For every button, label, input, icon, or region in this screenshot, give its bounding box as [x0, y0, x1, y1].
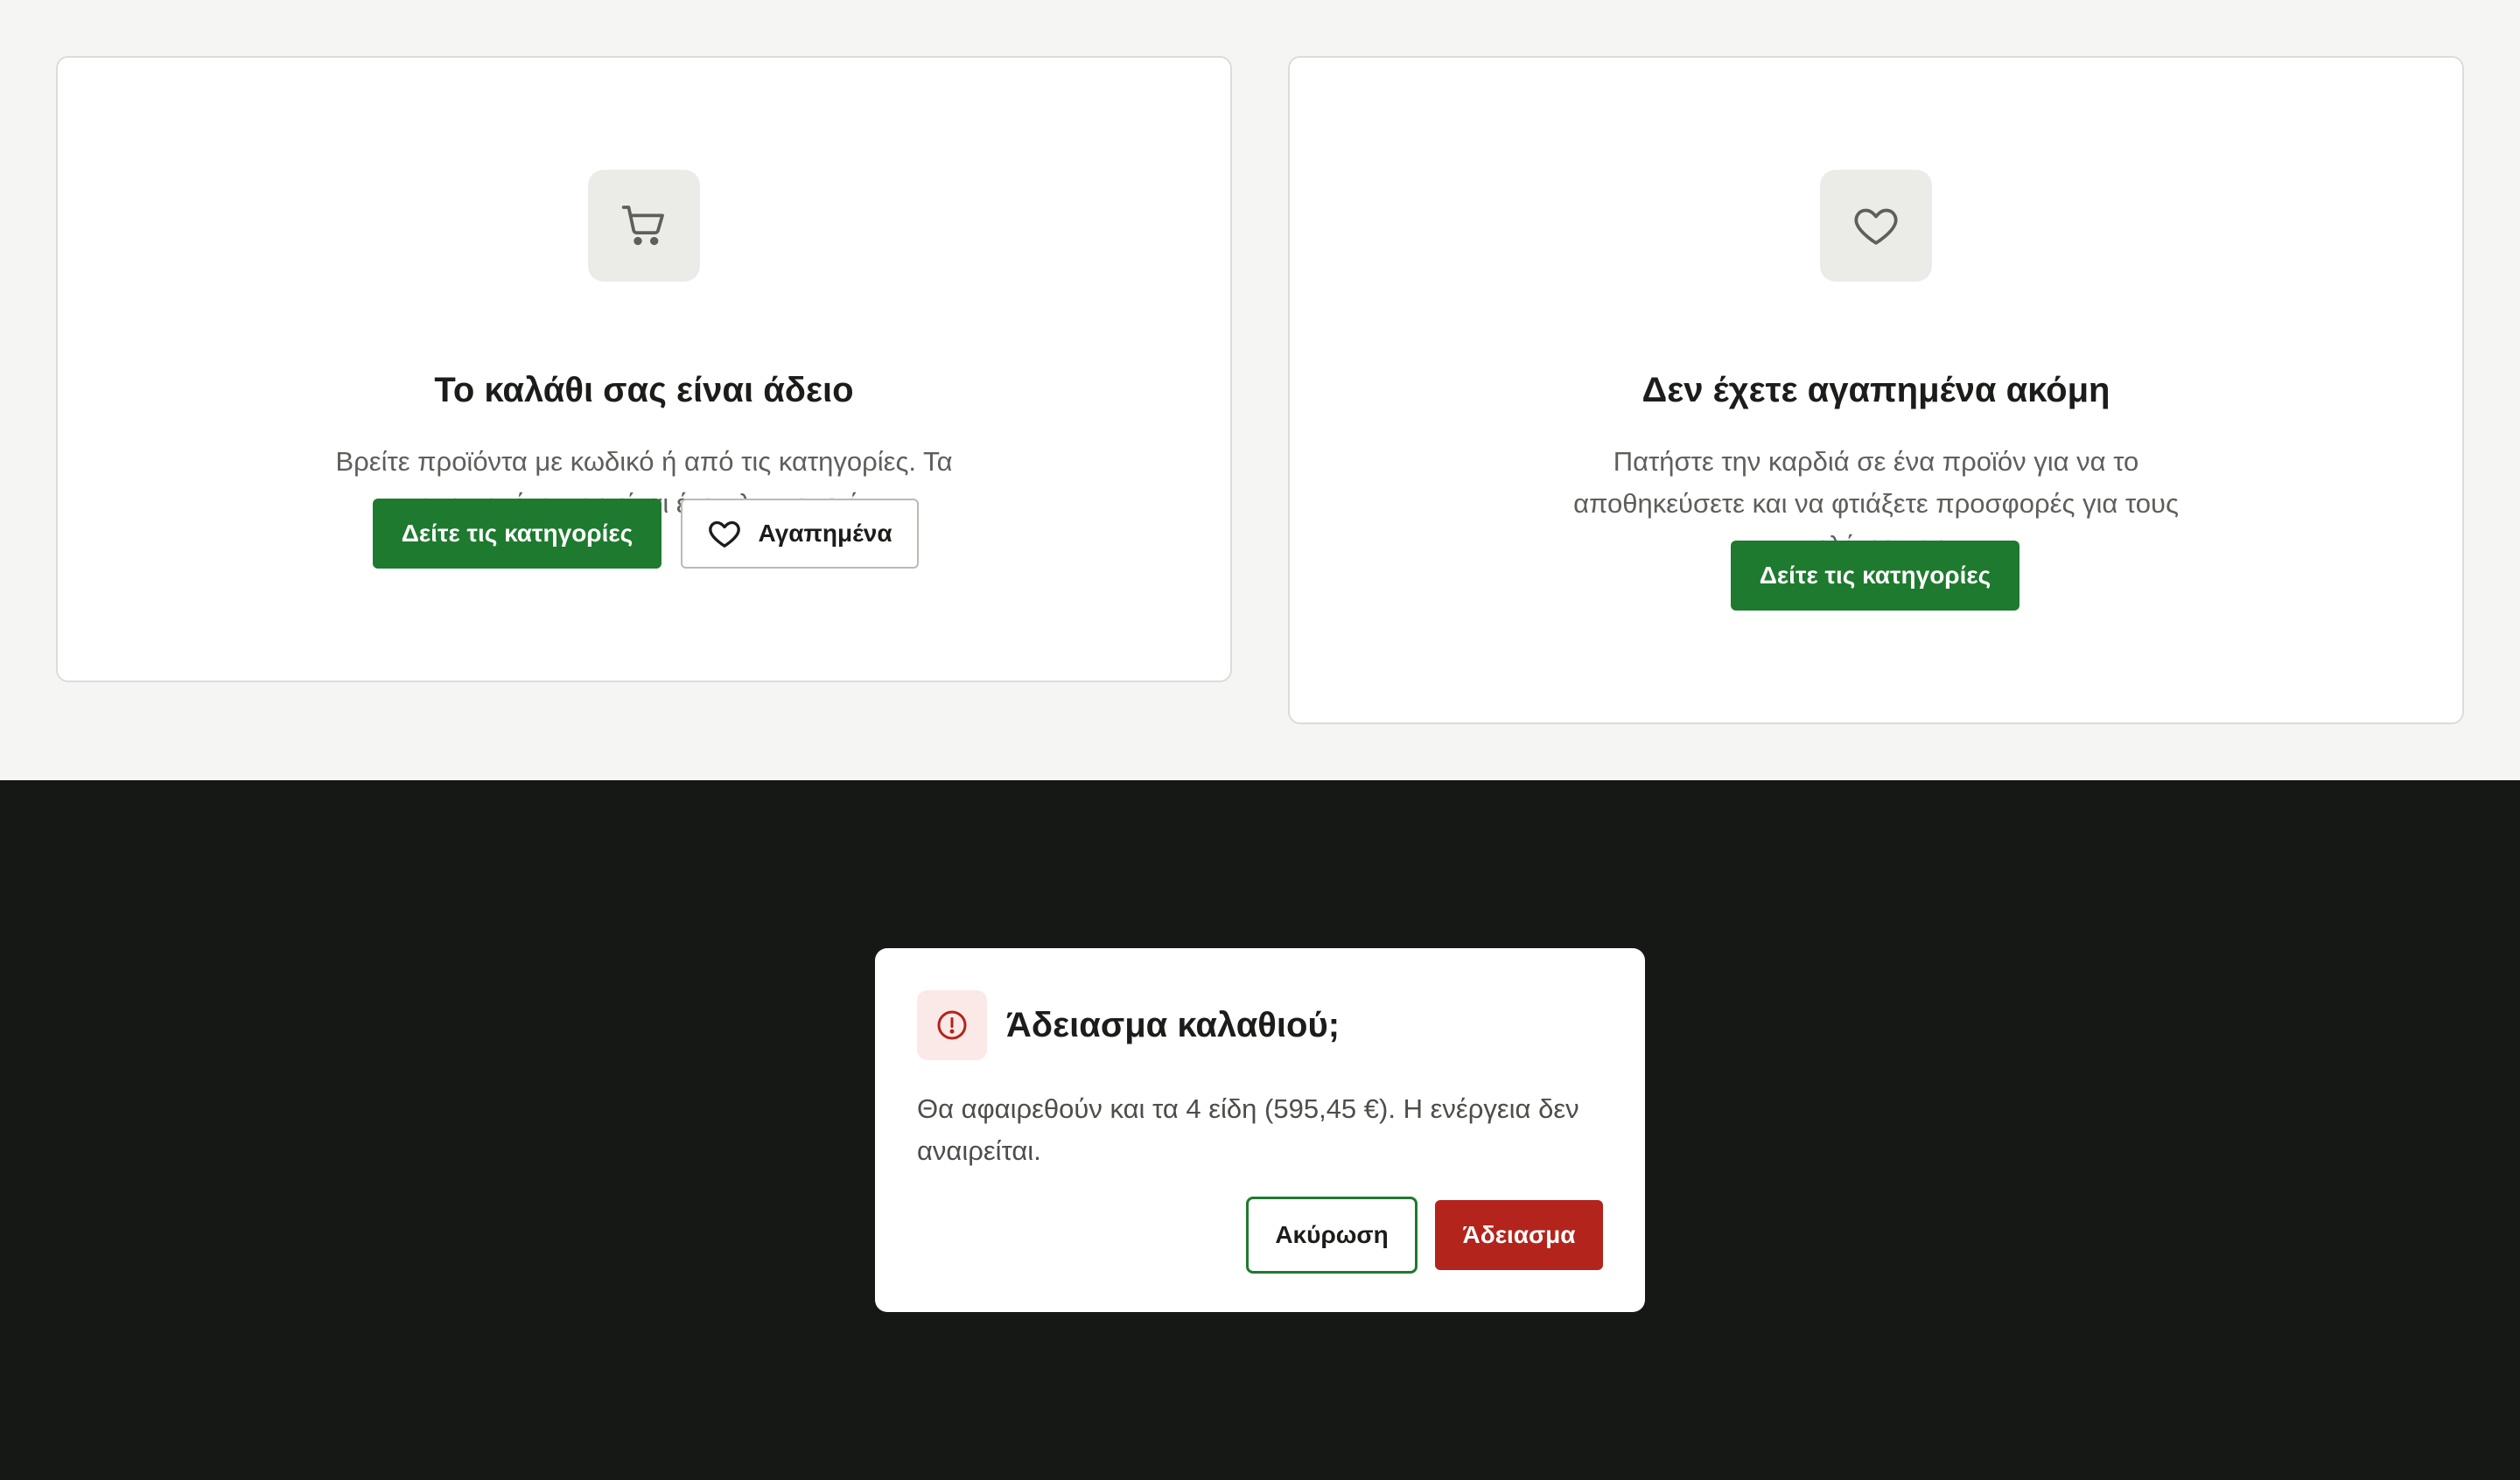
cancel-label: Ακύρωση — [1275, 1221, 1389, 1248]
heart-icon — [1854, 208, 1898, 245]
light-section: Το καλάθι σας είναι άδειο Βρείτε προϊόντ… — [0, 0, 2520, 780]
empty-cart-title: Το καλάθι σας είναι άδειο — [434, 371, 854, 409]
modal-overlay[interactable]: Άδειασμα καλαθιού; Θα αφαιρεθούν και τα … — [0, 780, 2520, 1480]
cart-icon-tile — [588, 170, 700, 282]
alert-circle-icon — [937, 1010, 967, 1040]
view-categories-button[interactable]: Δείτε τις κατηγορίες — [373, 499, 662, 569]
cancel-button[interactable]: Ακύρωση — [1246, 1197, 1418, 1274]
alert-icon-tile — [917, 990, 987, 1060]
heart-icon — [709, 520, 741, 548]
empty-cart-card: Το καλάθι σας είναι άδειο Βρείτε προϊόντ… — [56, 56, 1232, 682]
dialog-message: Θα αφαιρεθούν και τα 4 είδη (595,45 €). … — [917, 1093, 1579, 1166]
confirm-empty-label: Άδειασμα — [1462, 1221, 1576, 1248]
empty-cart-dialog: Άδειασμα καλαθιού; Θα αφαιρεθούν και τα … — [875, 948, 1645, 1312]
dialog-title: Άδειασμα καλαθιού; — [1006, 1006, 1340, 1044]
heart-icon-tile — [1820, 170, 1932, 282]
favorites-button[interactable]: Αγαπημένα — [681, 499, 919, 569]
view-categories-label: Δείτε τις κατηγορίες — [1759, 562, 1992, 589]
empty-favorites-title: Δεν έχετε αγαπημένα ακόμη — [1642, 371, 2110, 409]
view-categories-button[interactable]: Δείτε τις κατηγορίες — [1731, 541, 2020, 611]
cart-icon — [621, 206, 664, 246]
view-categories-label: Δείτε τις κατηγορίες — [401, 520, 634, 547]
empty-favorites-card: Δεν έχετε αγαπημένα ακόμη Πατήστε την κα… — [1288, 56, 2464, 724]
confirm-empty-button[interactable]: Άδειασμα — [1435, 1200, 1603, 1270]
favorites-label: Αγαπημένα — [758, 520, 892, 547]
